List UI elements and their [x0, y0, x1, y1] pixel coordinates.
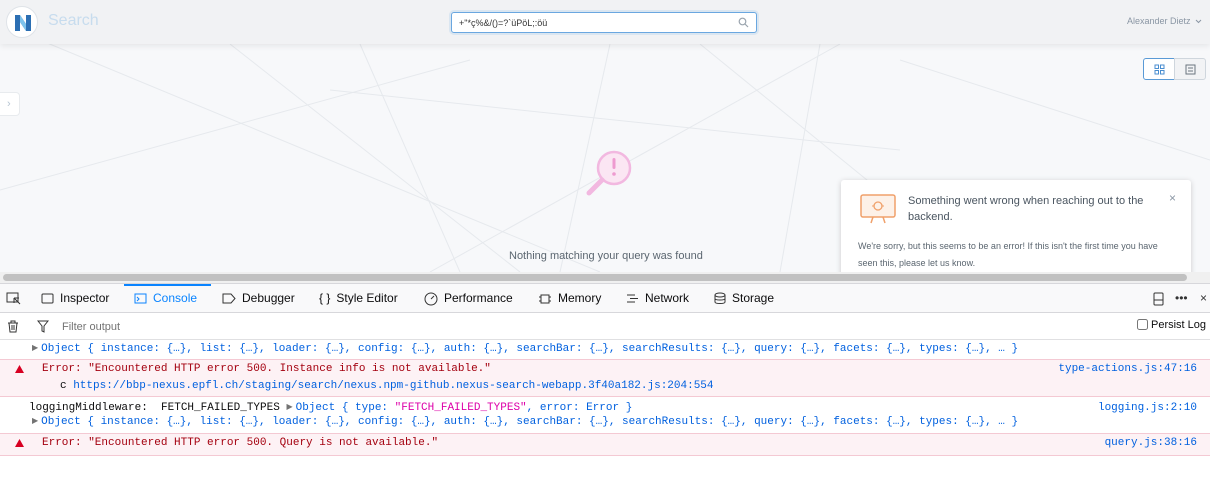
element-picker-icon[interactable] — [6, 292, 21, 305]
nexus-logo[interactable] — [6, 6, 38, 38]
list-view-button[interactable] — [1174, 58, 1206, 80]
error-toast: Something went wrong when reaching out t… — [841, 180, 1191, 272]
tab-label: Network — [645, 291, 690, 305]
tab-console[interactable]: Console — [124, 284, 211, 313]
console-message: loggingMiddleware: FETCH_FAILED_TYPES ▶ O… — [29, 402, 633, 414]
app-title: Search — [48, 12, 99, 29]
network-icon — [627, 294, 638, 303]
search-box — [451, 12, 757, 33]
trash-icon[interactable] — [7, 320, 19, 333]
tab-label: Console — [153, 291, 198, 305]
close-icon[interactable]: × — [1169, 191, 1176, 205]
toast-body: We're sorry, but this seems to be an err… — [858, 241, 1158, 268]
list-icon — [1185, 64, 1196, 75]
devtools-panel: Inspector Console Debugger { } Style Edit… — [0, 283, 1210, 456]
log-source-link[interactable]: logging.js:2:10 — [1098, 402, 1197, 414]
expand-triangle-icon[interactable]: ▶ — [32, 416, 38, 426]
performance-icon — [424, 292, 438, 306]
user-name: Alexander Dietz — [1126, 16, 1191, 26]
close-devtools-icon[interactable]: × — [1200, 284, 1207, 313]
expand-triangle-icon[interactable]: ▶ — [32, 343, 38, 353]
persist-log-label: Persist Log — [1151, 319, 1207, 331]
tab-performance[interactable]: Performance — [424, 284, 513, 313]
memory-icon — [539, 294, 551, 304]
console-message[interactable]: ▶ Object { instance: {…}, list: {…}, load… — [32, 416, 1018, 428]
stack-frame-link[interactable]: https://bbp-nexus.epfl.ch/staging/search… — [73, 380, 713, 392]
grid-icon — [1154, 64, 1165, 75]
expand-triangle-icon[interactable]: ▶ — [286, 402, 292, 412]
more-options-button[interactable]: ••• — [1175, 284, 1188, 313]
tab-label: Style Editor — [336, 291, 398, 305]
error-source-link[interactable]: query.js:38:16 — [1105, 437, 1197, 449]
tab-network[interactable]: Network — [626, 284, 689, 313]
storage-icon — [714, 292, 726, 305]
console-message[interactable]: ▶ Object { instance: {…}, list: {…}, load… — [32, 343, 1018, 355]
dock-icon[interactable] — [1153, 292, 1164, 306]
tab-label: Debugger — [242, 291, 295, 305]
error-icon — [15, 439, 24, 447]
toast-title: Something went wrong when reaching out t… — [908, 195, 1144, 223]
filter-icon[interactable] — [37, 320, 49, 333]
tab-label: Storage — [732, 291, 775, 305]
persist-log-checkbox[interactable]: Persist Log — [1137, 319, 1206, 331]
tab-label: Memory — [558, 291, 602, 305]
tab-style-editor[interactable]: { } Style Editor — [319, 284, 398, 313]
console-row: ▶ Object { instance: {…}, list: {…}, load… — [0, 342, 1210, 359]
tab-debugger[interactable]: Debugger — [222, 284, 295, 313]
tab-label: Performance — [444, 291, 513, 305]
horizontal-scrollbar[interactable] — [0, 272, 1210, 283]
braces-icon: { } — [319, 291, 331, 306]
tab-memory[interactable]: Memory — [538, 284, 601, 313]
tab-label: Inspector — [60, 291, 110, 305]
console-filter-bar: Persist Log — [0, 314, 1210, 340]
inspector-icon — [41, 293, 54, 304]
user-menu[interactable]: Alexander Dietz — [1127, 16, 1202, 26]
view-toggle — [1143, 58, 1206, 80]
search-input[interactable] — [452, 13, 732, 32]
console-row: ▶ Object { instance: {…}, list: {…}, load… — [0, 416, 1210, 433]
persist-log-check[interactable] — [1137, 319, 1148, 330]
devtools-toolbar: Inspector Console Debugger { } Style Edit… — [0, 284, 1210, 313]
error-monitor-icon — [860, 194, 896, 224]
tab-inspector[interactable]: Inspector — [41, 284, 109, 313]
error-source-link[interactable]: type-actions.js:47:16 — [1058, 363, 1197, 375]
console-error-row: Error: "Encountered HTTP error 500. Inst… — [0, 359, 1210, 397]
sidebar-toggle-button[interactable]: › — [0, 92, 20, 116]
search-icon[interactable] — [738, 17, 749, 28]
tab-storage[interactable]: Storage — [714, 284, 774, 313]
no-results-icon — [586, 150, 632, 196]
grid-view-button[interactable] — [1143, 58, 1175, 80]
app-viewport: Search Alexander Dietz › — [0, 0, 1210, 272]
error-icon — [15, 365, 24, 373]
chevron-down-icon — [1195, 19, 1202, 24]
top-navbar: Search Alexander Dietz — [0, 0, 1210, 44]
console-error-row: Error: "Encountered HTTP error 500. Quer… — [0, 433, 1210, 456]
scrollbar-thumb[interactable] — [3, 274, 1187, 281]
error-message: Error: "Encountered HTTP error 500. Quer… — [42, 437, 439, 449]
error-message: Error: "Encountered HTTP error 500. Inst… — [42, 363, 491, 375]
stack-frame: c https://bbp-nexus.epfl.ch/staging/sear… — [60, 380, 714, 392]
console-icon — [134, 293, 147, 304]
filter-output-input[interactable] — [57, 318, 657, 335]
empty-state-message: Nothing matching your query was found — [509, 250, 703, 262]
debugger-icon — [222, 293, 236, 304]
